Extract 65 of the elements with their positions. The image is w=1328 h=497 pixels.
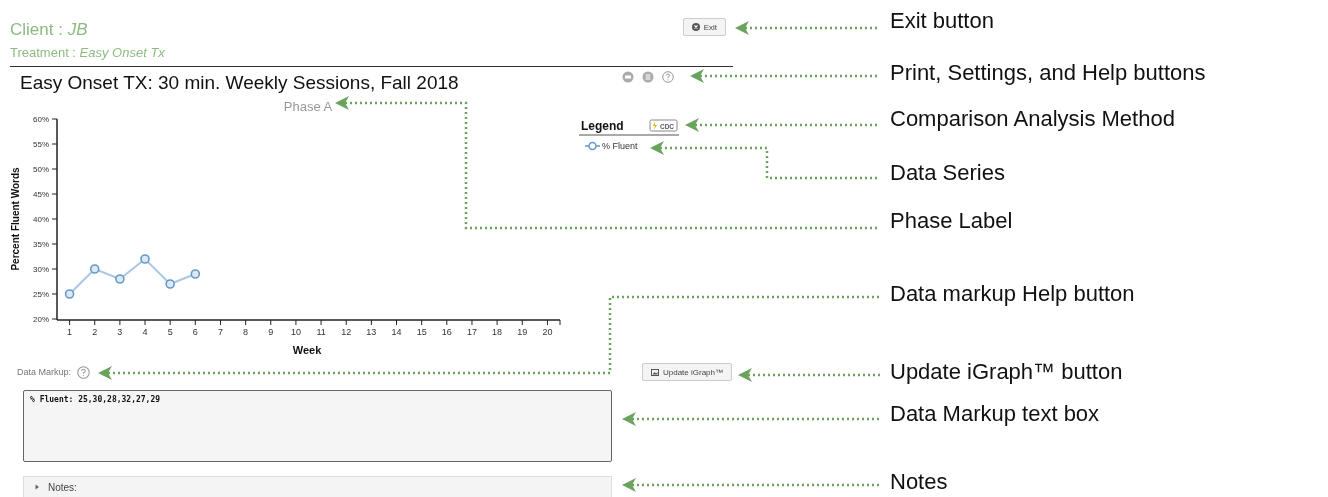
x-tick-label: 19 bbox=[517, 327, 528, 337]
data-point bbox=[89, 264, 100, 274]
annotation-label: Exit button bbox=[890, 8, 994, 34]
phase-label: Phase A bbox=[283, 99, 333, 114]
help-icon[interactable] bbox=[662, 71, 674, 83]
notes-toggle[interactable]: Notes: bbox=[23, 476, 612, 497]
y-tick-label: 40% bbox=[33, 215, 49, 224]
y-axis-title: Percent Fluent Words bbox=[10, 167, 21, 271]
x-tick-label: 3 bbox=[117, 327, 123, 337]
annotation-label: Phase Label bbox=[890, 208, 1013, 234]
data-point bbox=[115, 274, 125, 284]
x-tick-label: 9 bbox=[268, 327, 274, 337]
image-icon bbox=[650, 368, 659, 376]
x-tick-label: 11 bbox=[316, 327, 326, 337]
x-tick-label: 13 bbox=[366, 327, 377, 337]
y-tick-label: 45% bbox=[33, 190, 49, 199]
x-tick-label: 16 bbox=[441, 327, 452, 337]
x-tick-label: 10 bbox=[290, 327, 301, 337]
data-markup-label: Data Markup: bbox=[17, 367, 72, 377]
y-tick-label: 60% bbox=[33, 115, 49, 124]
x-tick-label: 18 bbox=[492, 327, 503, 337]
x-tick-label: 2 bbox=[92, 327, 98, 337]
graph-title: Easy Onset TX: 30 min. Weekly Sessions, Fall 2018 bbox=[20, 71, 460, 95]
y-tick-label: 55% bbox=[33, 140, 49, 149]
annotation-label: Data markup Help button bbox=[890, 281, 1135, 307]
x-tick-label: 7 bbox=[217, 327, 223, 337]
annotation-label: Update iGraph™ button bbox=[890, 359, 1123, 385]
help-icon[interactable] bbox=[77, 365, 91, 379]
data-point bbox=[64, 289, 75, 299]
close-icon bbox=[691, 23, 700, 31]
x-tick-label: 12 bbox=[341, 327, 352, 337]
y-tick-label: 30% bbox=[33, 265, 49, 274]
x-tick-label: 17 bbox=[466, 327, 477, 337]
y-tick-label: 35% bbox=[33, 240, 49, 249]
data-point bbox=[165, 279, 175, 289]
y-tick-label: 20% bbox=[33, 315, 49, 324]
data-point bbox=[140, 254, 150, 264]
annotation-label: Print, Settings, and Help buttons bbox=[890, 60, 1206, 86]
x-axis-title: Week bbox=[292, 344, 322, 356]
settings-icon[interactable] bbox=[642, 71, 654, 83]
x-tick-label: 20 bbox=[542, 327, 553, 337]
annotation-label: Data Series bbox=[890, 160, 1005, 186]
x-tick-label: 15 bbox=[416, 327, 427, 337]
legend-series-icon bbox=[584, 141, 601, 151]
x-tick-label: 4 bbox=[142, 327, 148, 337]
treatment-name: Treatment : Easy Onset Tx bbox=[10, 44, 166, 62]
x-tick-label: 1 bbox=[67, 327, 73, 337]
client-name: Client : JB bbox=[10, 19, 89, 41]
print-icon[interactable] bbox=[622, 71, 634, 83]
x-tick-label: 14 bbox=[391, 327, 402, 337]
update-graph-button[interactable]: Update iGraph™ bbox=[641, 363, 732, 381]
notes-label: Notes: bbox=[48, 481, 77, 493]
x-tick-label: 6 bbox=[192, 327, 198, 337]
annotation-label: Comparison Analysis Method bbox=[890, 106, 1175, 132]
annotation-label: Notes bbox=[890, 469, 948, 495]
data-markup-field[interactable]: % Fluent: 25,30,28,32,27,29 bbox=[23, 390, 612, 462]
annotation-label: Data Markup text box bbox=[890, 401, 1100, 427]
data-point bbox=[190, 269, 201, 279]
x-tick-label: 5 bbox=[167, 327, 173, 337]
y-tick-label: 25% bbox=[33, 290, 49, 299]
legend-title: Legend bbox=[581, 119, 624, 133]
legend-series-label: % Fluent bbox=[602, 141, 638, 151]
exit-button[interactable]: Exit bbox=[682, 18, 726, 36]
x-tick-label: 8 bbox=[243, 327, 249, 337]
y-tick-label: 50% bbox=[33, 165, 49, 174]
